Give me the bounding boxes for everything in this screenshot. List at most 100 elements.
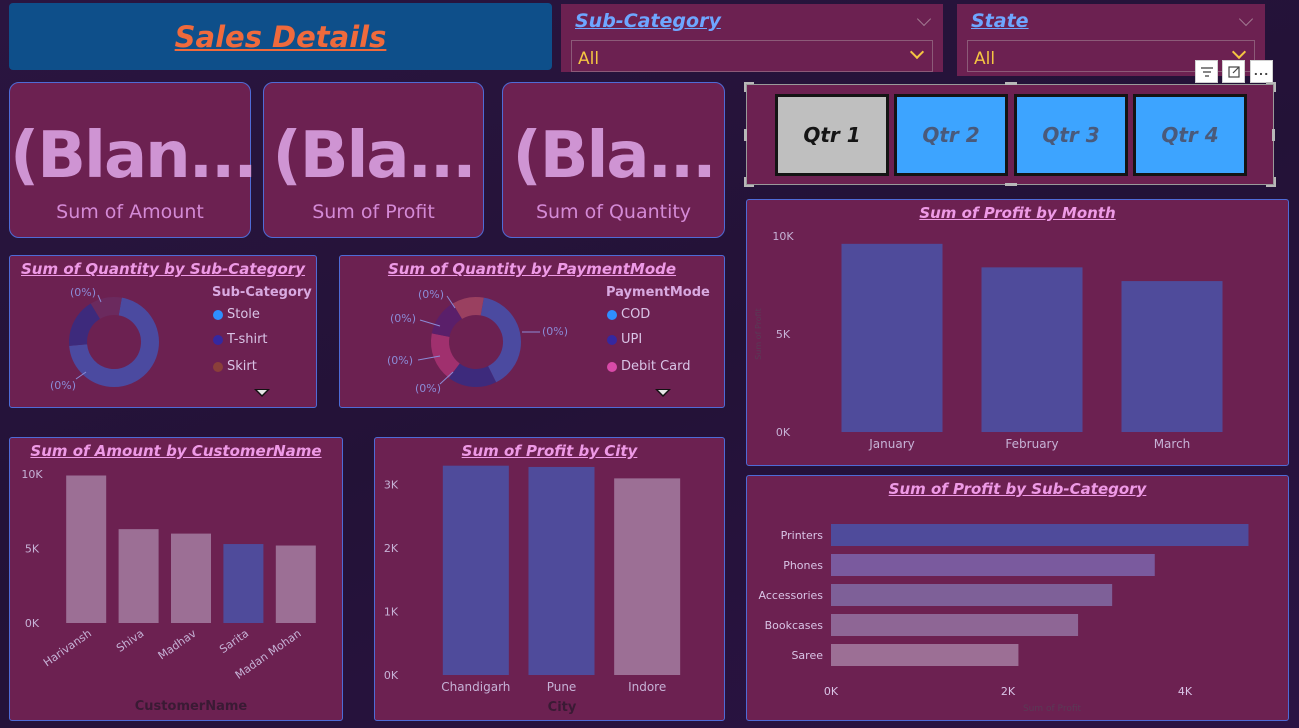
bar [275,545,316,623]
kpi-label: Sum of Profit [312,201,435,223]
bar [831,584,1113,606]
data-label: (0%) [418,288,445,301]
x-axis-label: Sum of Profit [1023,704,1082,714]
bar-chart-profit-by-city[interactable]: Sum of Profit by City 0K 1K 2K 3K Chandigarh… [374,437,725,721]
bar [981,267,1083,432]
y-tick-label: 5K [25,543,40,556]
y-tick-label: 10K [21,468,43,481]
qtr-4-button[interactable]: Qtr 4 [1133,94,1247,176]
state-dropdown-value: All [974,49,996,69]
chevron-down-icon[interactable] [1231,44,1247,60]
donut-payment-svg [417,295,540,387]
bar [614,478,681,675]
resize-handle[interactable] [744,82,754,92]
x-tick-label: 2K [1001,685,1016,698]
qtr-1-button[interactable]: Qtr 1 [775,94,889,176]
x-tick-label: 0K [824,685,839,698]
state-slicer-title: State [971,10,1029,32]
kpi-value: (Bla... [512,119,716,193]
resize-handle[interactable] [1005,183,1017,186]
kpi-card-quantity[interactable]: (Bla... Sum of Quantity [502,82,725,238]
bar [223,544,264,623]
subcategory-slicer[interactable]: Sub-Category All [561,4,943,72]
legend-title: Sub-Category [212,285,312,300]
filter-icon[interactable] [1195,60,1218,83]
month-chart-svg: 0K 5K 10K January February March Sum of Profit [754,230,1223,451]
y-tick-label: 0K [776,426,791,439]
x-axis-label: City [548,700,577,715]
more-options-icon[interactable]: ... [1250,60,1273,83]
data-label: (0%) [387,354,414,367]
donut-chart-paymentmode[interactable]: Sum of Quantity by PaymentMode (0%) (0%)… [339,255,725,408]
resize-handle[interactable] [1005,82,1017,85]
city-chart-svg: 0K 1K 2K 3K Chandigarh Pune Indore City [384,465,681,715]
x-axis-label: CustomerName [135,699,248,714]
legend-title: PaymentMode [606,285,710,300]
report-title: Sales Details [174,19,387,54]
bar [831,524,1249,546]
y-tick-label: 5K [776,328,791,341]
chevron-down-icon[interactable] [909,44,925,60]
y-tick-label: 10K [772,230,794,243]
data-label: (0%) [415,382,442,395]
bar [442,465,509,675]
state-slicer[interactable]: State All [957,4,1265,76]
subcategory-dropdown[interactable]: All [571,40,933,72]
x-tick-label: Harivansh [41,627,94,670]
subcategory-dropdown-value: All [578,49,600,69]
legend-dot [213,309,223,320]
collapse-chevron-icon[interactable] [916,11,932,27]
kpi-value: (Blan... [10,119,258,193]
resize-handle[interactable] [1266,82,1276,92]
resize-handle[interactable] [1272,129,1275,141]
legend-scroll-down-icon[interactable] [254,389,270,397]
legend-item-upi[interactable]: UPI [607,332,642,347]
y-tick-label: 1K [384,606,399,619]
bar-chart-amount-by-customer[interactable]: Sum of Amount by CustomerName 0K 5K 10K Har… [9,437,343,721]
data-label: (0%) [390,312,417,325]
donut-chart-subcategory[interactable]: Sum of Quantity by Sub-Category (0%) (0%… [9,255,317,408]
legend-item-tshirt[interactable]: T-shirt [213,332,268,347]
bar [171,533,211,623]
legend-item-cod[interactable]: COD [607,307,650,322]
y-tick-label: Bookcases [765,619,824,632]
resize-handle[interactable] [744,129,747,141]
data-label: (0%) [70,286,97,299]
subcategory-slicer-title: Sub-Category [575,10,721,32]
x-tick-label: Shiva [114,627,146,655]
qtr-3-button[interactable]: Qtr 3 [1014,94,1128,176]
bar-chart-profit-by-month[interactable]: Sum of Profit by Month 0K 5K 10K January Feb… [746,199,1289,466]
kpi-label: Sum of Amount [56,201,204,223]
legend-item-debit-card[interactable]: Debit Card [607,359,691,374]
subcategory-chart-svg: Printers Phones Accessories Bookcases Saree 0… [759,524,1249,714]
customer-chart-svg: 0K5K10KHarivansh Shiva Madhav SaritaMadan M… [21,468,316,714]
legend-item-stole[interactable]: Stole [213,307,260,322]
x-tick-label: 4K [1178,685,1193,698]
x-tick-label: Sarita [217,627,251,656]
legend-dot [607,309,617,320]
kpi-value: (Bla... [272,119,476,193]
resize-handle[interactable] [744,177,754,187]
data-label: (0%) [50,379,77,392]
y-axis-label: Sum of Profit [754,308,763,360]
legend-dot [607,361,617,372]
bar-chart-profit-by-subcategory[interactable]: Sum of Profit by Sub-Category Printers Ph… [746,475,1289,721]
y-tick-label: 3K [384,479,399,492]
collapse-chevron-icon[interactable] [1238,11,1254,27]
legend-scroll-down-icon[interactable] [655,389,671,397]
kpi-card-amount[interactable]: (Blan... Sum of Amount [9,82,258,238]
bar [831,554,1155,576]
kpi-card-profit[interactable]: (Bla... Sum of Profit [263,82,484,238]
quarter-slicer[interactable]: Qtr 1 Qtr 2 Qtr 3 Qtr 4 [746,84,1274,185]
bar [831,614,1079,636]
y-tick-label: 2K [384,542,399,555]
qtr-2-button[interactable]: Qtr 2 [894,94,1008,176]
focus-mode-icon[interactable] [1222,60,1245,83]
legend-item-skirt[interactable]: Skirt [213,359,257,374]
x-tick-label: Pune [547,680,577,694]
y-tick-label: 0K [25,617,40,630]
legend-dot [607,334,617,345]
legend-label: UPI [621,332,643,347]
resize-handle[interactable] [1266,177,1276,187]
x-tick-label: March [1154,437,1191,451]
